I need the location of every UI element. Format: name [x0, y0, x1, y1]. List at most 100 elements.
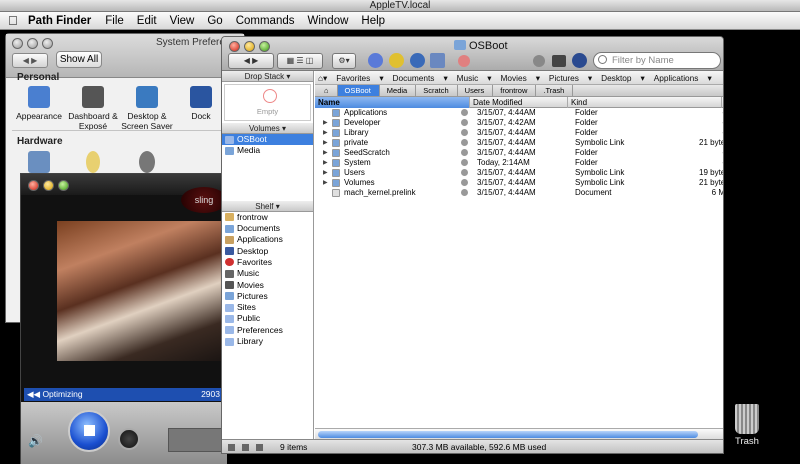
close-button[interactable] [28, 180, 39, 191]
disclosure-triangle-icon[interactable]: ▶ [323, 118, 329, 128]
fav-movies[interactable]: Movies ▾ [500, 73, 539, 83]
disclosure-triangle-icon[interactable]: ▶ [323, 138, 329, 148]
file-row[interactable]: ▶ SeedScratch 3/15/07, 4:44AM Folder - [315, 148, 723, 158]
close-button[interactable] [229, 41, 240, 52]
pref-desktop-screen-saver[interactable]: Desktop & Screen Saver [120, 86, 174, 131]
remove-icon[interactable] [461, 119, 468, 126]
fav-pictures[interactable]: Pictures ▾ [549, 73, 592, 83]
close-button[interactable] [12, 38, 23, 49]
filter-search-field[interactable]: Filter by Name [593, 52, 721, 69]
shelf-item[interactable]: frontrow [222, 212, 313, 223]
shelf-item[interactable]: Applications [222, 234, 313, 245]
menu-app-name[interactable]: Path Finder [28, 15, 91, 27]
record-button[interactable] [118, 428, 140, 450]
drop-stack-header[interactable]: Drop Stack ▾ [222, 71, 313, 82]
info-icon[interactable] [368, 53, 383, 68]
shelf-item[interactable]: Music [222, 268, 313, 279]
shelf-item[interactable]: Movies [222, 279, 313, 290]
home-icon[interactable]: ⌂▾ [318, 73, 327, 83]
sidebar-toggle-icon[interactable] [228, 444, 235, 451]
menu-go[interactable]: Go [207, 15, 222, 27]
disclosure-triangle-icon[interactable]: ▶ [323, 178, 329, 188]
path-segment[interactable]: Scratch [416, 85, 458, 96]
network-icon[interactable] [430, 53, 445, 68]
shelf-item[interactable]: Public [222, 313, 313, 324]
shelf-item[interactable]: Documents [222, 223, 313, 234]
terminal-icon[interactable] [552, 55, 566, 67]
menu-view[interactable]: View [170, 15, 195, 27]
drop-stack-area[interactable]: Empty [224, 84, 311, 121]
delete-icon[interactable] [458, 55, 470, 67]
shelf-item[interactable]: Pictures [222, 291, 313, 302]
minimize-button[interactable] [27, 38, 38, 49]
radioactive-icon[interactable] [389, 53, 404, 68]
fav-desktop[interactable]: Desktop ▾ [601, 73, 645, 83]
menu-file[interactable]: File [105, 15, 124, 27]
shelf-item[interactable]: Desktop [222, 245, 313, 256]
trash[interactable]: Trash [731, 404, 763, 447]
minimize-button[interactable] [244, 41, 255, 52]
globe-icon[interactable] [410, 53, 425, 68]
action-menu-button[interactable]: ⚙▾ [332, 53, 356, 69]
remove-icon[interactable] [461, 129, 468, 136]
fav-applications[interactable]: Applications ▾ [654, 73, 712, 83]
fav-music[interactable]: Music ▾ [457, 73, 492, 83]
minimize-button[interactable] [43, 180, 54, 191]
file-row[interactable]: mach_kernel.prelink 3/15/07, 4:44AM Docume… [315, 188, 723, 198]
scroll-thumb[interactable] [318, 431, 698, 438]
remove-icon[interactable] [461, 109, 468, 116]
remove-icon[interactable] [461, 179, 468, 186]
search-tool-icon[interactable] [533, 55, 545, 67]
column-size[interactable]: S [722, 97, 723, 108]
file-row[interactable]: ▶ Developer 3/15/07, 4:42AM Folder - [315, 118, 723, 128]
file-row[interactable]: ▶ System Today, 2:14AM Folder - [315, 158, 723, 168]
preview-toggle-icon[interactable] [256, 444, 263, 451]
file-row[interactable]: ▶ private 3/15/07, 4:44AM Symbolic Link 21 b… [315, 138, 723, 148]
pref-appearance[interactable]: Appearance [12, 86, 66, 131]
disclosure-triangle-icon[interactable]: ▶ [323, 168, 329, 178]
zoom-button[interactable] [259, 41, 270, 52]
back-forward-button[interactable]: ◀ ▶ [228, 53, 274, 69]
menu-edit[interactable]: Edit [137, 15, 157, 27]
column-date[interactable]: Date Modified [470, 97, 568, 108]
path-home-icon[interactable]: ⌂ [317, 85, 338, 96]
disclosure-triangle-icon[interactable]: ▶ [323, 148, 329, 158]
menu-commands[interactable]: Commands [236, 15, 295, 27]
zoom-button[interactable] [58, 180, 69, 191]
pref-dashboard-expose[interactable]: Dashboard & Exposé [66, 86, 120, 131]
disclosure-triangle-icon[interactable]: ▶ [323, 158, 329, 168]
fav-favorites[interactable]: Favorites ▾ [336, 73, 383, 83]
file-row[interactable]: ▶ Users 3/15/07, 4:44AM Symbolic Link 19 byt… [315, 168, 723, 178]
volume-osboot[interactable]: OSBoot [222, 134, 313, 146]
keypad-panel[interactable] [168, 428, 228, 452]
remove-icon[interactable] [461, 189, 468, 196]
path-segment[interactable]: .Trash [536, 85, 574, 96]
path-segment[interactable]: frontrow [493, 85, 537, 96]
horizontal-scrollbar[interactable] [315, 428, 723, 439]
list-toggle-icon[interactable] [242, 444, 249, 451]
menu-window[interactable]: Window [308, 15, 349, 27]
shelf-item[interactable]: Sites [222, 302, 313, 313]
shelf-item[interactable]: Favorites [222, 257, 313, 268]
volume-icon[interactable]: 🔊 [28, 434, 43, 448]
menu-help[interactable]: Help [361, 15, 385, 27]
help-icon[interactable] [572, 53, 587, 68]
path-segment[interactable]: OSBoot [337, 85, 380, 96]
volumes-header[interactable]: Volumes ▾ [222, 123, 313, 134]
volume-media[interactable]: Media [222, 145, 313, 156]
pref-dock[interactable]: Dock [174, 86, 228, 131]
back-forward-button[interactable]: ◀ ▶ [12, 53, 48, 68]
view-mode-buttons[interactable]: ▦ ☰ ◫ [277, 53, 323, 69]
file-row[interactable]: Applications 3/15/07, 4:44AM Folder - [315, 108, 723, 118]
path-segment[interactable]: Media [380, 85, 417, 96]
file-row[interactable]: ▶ Volumes 3/15/07, 4:44AM Symbolic Link 21 b… [315, 178, 723, 188]
remove-icon[interactable] [461, 159, 468, 166]
remove-icon[interactable] [461, 139, 468, 146]
shelf-item[interactable]: Preferences [222, 325, 313, 336]
zoom-button[interactable] [42, 38, 53, 49]
remove-icon[interactable] [461, 149, 468, 156]
path-segment[interactable]: Users [458, 85, 494, 96]
file-row[interactable]: ▶ Library 3/15/07, 4:44AM Folder - [315, 128, 723, 138]
disclosure-triangle-icon[interactable]: ▶ [323, 128, 329, 138]
show-all-button[interactable]: Show All [56, 51, 102, 68]
